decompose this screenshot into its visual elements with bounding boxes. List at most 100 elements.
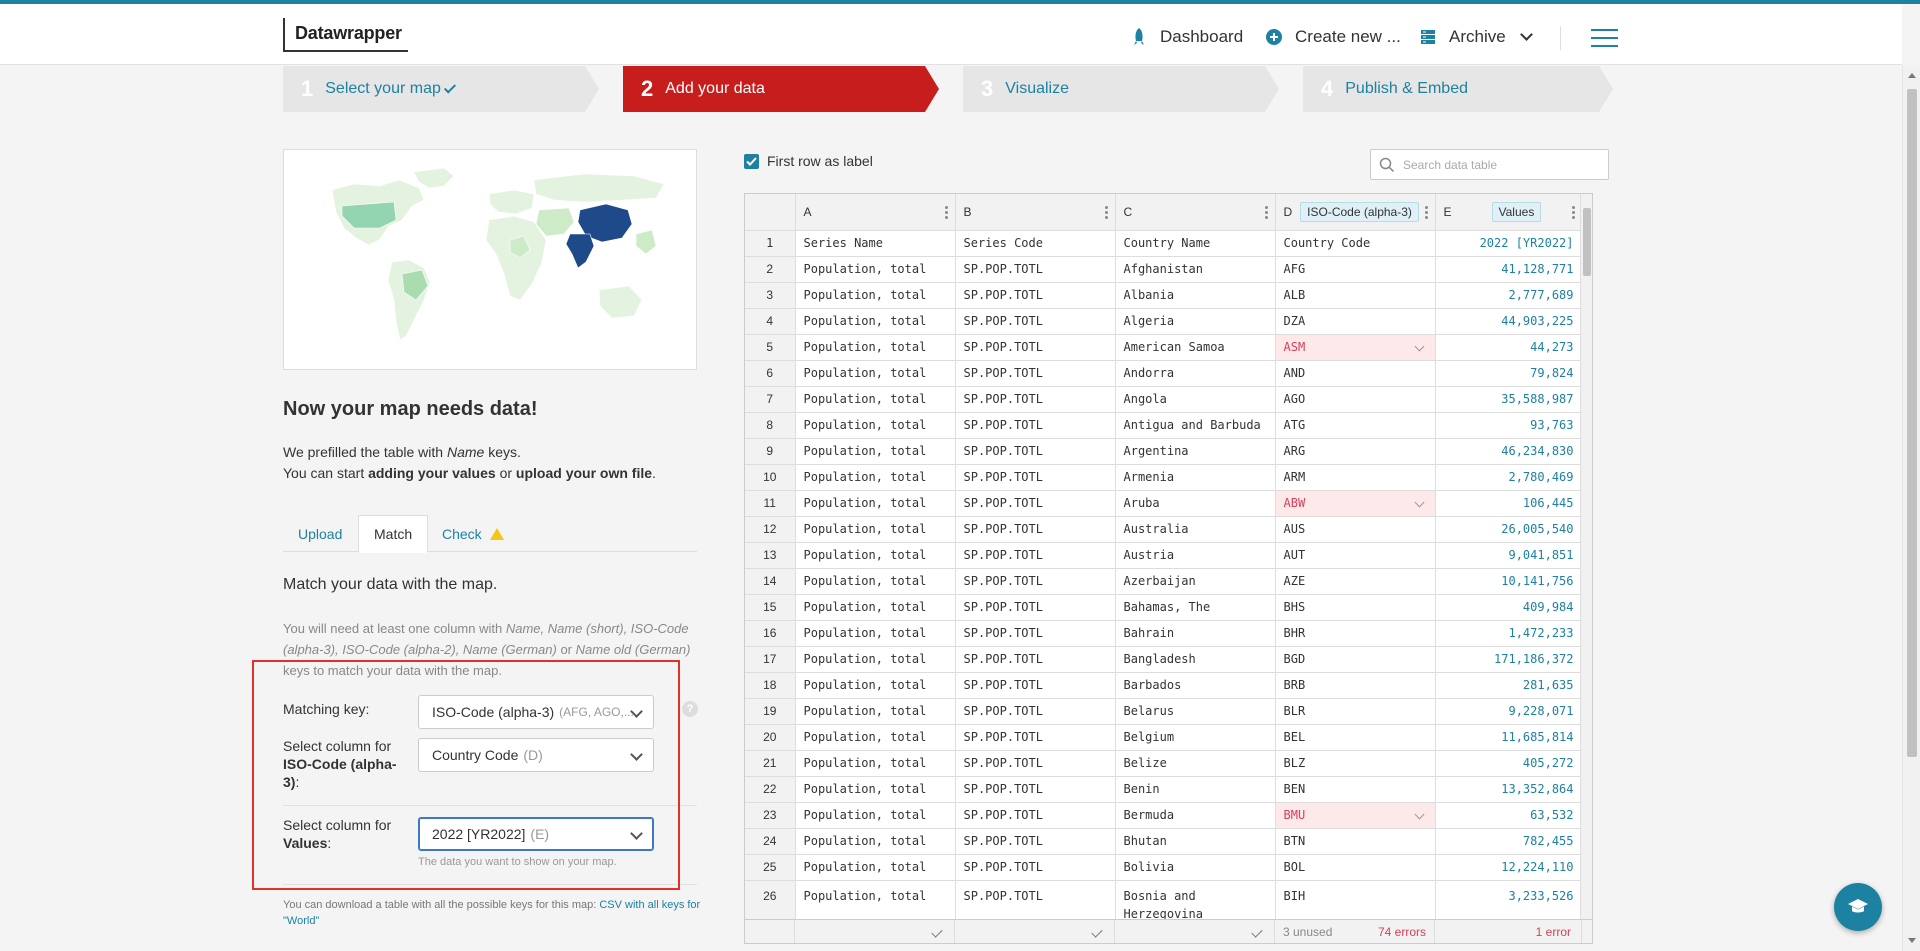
table-cell[interactable]: 2022 [YR2022] bbox=[1435, 230, 1583, 257]
table-cell[interactable]: BGD bbox=[1275, 646, 1436, 673]
hamburger-menu-icon[interactable] bbox=[1591, 29, 1618, 47]
table-cell[interactable]: ARM bbox=[1275, 464, 1436, 491]
table-cell[interactable]: SP.POP.TOTL bbox=[955, 620, 1116, 647]
table-cell[interactable]: ALB bbox=[1275, 282, 1436, 309]
search-data-table[interactable]: Search data table bbox=[1370, 149, 1609, 180]
help-icon[interactable]: ? bbox=[682, 701, 698, 717]
table-cell[interactable]: AUT bbox=[1275, 542, 1436, 569]
table-cell[interactable]: Population, total bbox=[795, 828, 956, 855]
table-cell[interactable]: 281,635 bbox=[1435, 672, 1583, 699]
step-publish-embed[interactable]: 4 Publish & Embed bbox=[1303, 66, 1613, 112]
table-cell[interactable]: BOL bbox=[1275, 854, 1436, 881]
table-cell[interactable]: 10,141,756 bbox=[1435, 568, 1583, 595]
page-scrollbar-thumb[interactable] bbox=[1907, 89, 1917, 757]
table-cell[interactable]: Population, total bbox=[795, 542, 956, 569]
table-cell[interactable]: BLR bbox=[1275, 698, 1436, 725]
checkbox-checked-icon[interactable] bbox=[744, 153, 759, 169]
tab-upload[interactable]: Upload bbox=[283, 515, 357, 552]
column-header-b[interactable]: B bbox=[955, 194, 1116, 231]
table-cell[interactable]: 79,824 bbox=[1435, 360, 1583, 387]
table-cell[interactable]: Austria bbox=[1115, 542, 1276, 569]
table-cell[interactable]: 44,903,225 bbox=[1435, 308, 1583, 335]
table-cell[interactable]: Antigua and Barbuda bbox=[1115, 412, 1276, 439]
table-cell[interactable]: SP.POP.TOTL bbox=[955, 386, 1116, 413]
first-row-label-toggle[interactable]: First row as label bbox=[744, 153, 873, 169]
table-cell[interactable]: SP.POP.TOTL bbox=[955, 282, 1116, 309]
table-cell[interactable]: ARG bbox=[1275, 438, 1436, 465]
table-cell[interactable]: Population, total bbox=[795, 646, 956, 673]
table-cell[interactable]: SP.POP.TOTL bbox=[955, 438, 1116, 465]
table-cell[interactable]: Bolivia bbox=[1115, 854, 1276, 881]
table-cell[interactable]: SP.POP.TOTL bbox=[955, 334, 1116, 361]
table-scrollbar-thumb[interactable] bbox=[1583, 208, 1591, 276]
table-cell[interactable]: SP.POP.TOTL bbox=[955, 490, 1116, 517]
column-menu-icon[interactable] bbox=[1571, 206, 1576, 221]
column-menu-icon[interactable] bbox=[1264, 206, 1269, 221]
datawrapper-logo[interactable]: Datawrapper bbox=[283, 18, 408, 52]
table-cell[interactable]: BEL bbox=[1275, 724, 1436, 751]
table-cell[interactable]: BIH bbox=[1275, 880, 1436, 924]
table-cell[interactable]: Population, total bbox=[795, 464, 956, 491]
table-cell[interactable]: BTN bbox=[1275, 828, 1436, 855]
table-cell[interactable]: Aruba bbox=[1115, 490, 1276, 517]
table-cell[interactable]: American Samoa bbox=[1115, 334, 1276, 361]
nav-create-new[interactable]: Create new ... bbox=[1263, 22, 1401, 52]
table-cell[interactable]: Barbados bbox=[1115, 672, 1276, 699]
table-cell-error[interactable]: ABW bbox=[1275, 490, 1436, 517]
table-cell[interactable]: SP.POP.TOTL bbox=[955, 672, 1116, 699]
nav-archive[interactable]: Archive bbox=[1417, 22, 1533, 52]
table-cell[interactable]: 3,233,526 bbox=[1435, 880, 1583, 924]
table-cell[interactable]: Algeria bbox=[1115, 308, 1276, 335]
table-cell[interactable]: SP.POP.TOTL bbox=[955, 880, 1116, 924]
table-cell[interactable]: 26,005,540 bbox=[1435, 516, 1583, 543]
table-cell[interactable]: 9,228,071 bbox=[1435, 698, 1583, 725]
table-cell[interactable]: SP.POP.TOTL bbox=[955, 828, 1116, 855]
table-cell[interactable]: SP.POP.TOTL bbox=[955, 776, 1116, 803]
table-cell[interactable]: Population, total bbox=[795, 282, 956, 309]
table-cell[interactable]: 93,763 bbox=[1435, 412, 1583, 439]
step-add-data[interactable]: 2 Add your data bbox=[623, 66, 939, 112]
table-cell[interactable]: Population, total bbox=[795, 724, 956, 751]
page-scrollbar[interactable] bbox=[1902, 65, 1920, 951]
table-cell[interactable]: 9,041,851 bbox=[1435, 542, 1583, 569]
table-cell[interactable]: AFG bbox=[1275, 256, 1436, 283]
table-cell[interactable]: Population, total bbox=[795, 360, 956, 387]
table-cell[interactable]: Series Code bbox=[955, 230, 1116, 257]
table-cell[interactable]: Australia bbox=[1115, 516, 1276, 543]
table-cell[interactable]: Population, total bbox=[795, 698, 956, 725]
table-cell[interactable]: Andorra bbox=[1115, 360, 1276, 387]
search-input[interactable]: Search data table bbox=[1403, 158, 1497, 172]
table-cell[interactable]: Population, total bbox=[795, 412, 956, 439]
table-cell[interactable]: Population, total bbox=[795, 672, 956, 699]
table-cell[interactable]: 409,984 bbox=[1435, 594, 1583, 621]
table-cell[interactable]: SP.POP.TOTL bbox=[955, 750, 1116, 777]
table-cell[interactable]: 41,128,771 bbox=[1435, 256, 1583, 283]
table-cell[interactable]: Azerbaijan bbox=[1115, 568, 1276, 595]
chevron-down-icon[interactable] bbox=[1414, 497, 1424, 507]
column-header-a[interactable]: A bbox=[795, 194, 956, 231]
table-cell[interactable]: Population, total bbox=[795, 776, 956, 803]
table-cell[interactable]: BHR bbox=[1275, 620, 1436, 647]
table-cell[interactable]: Bermuda bbox=[1115, 802, 1276, 829]
table-cell[interactable]: 405,272 bbox=[1435, 750, 1583, 777]
table-cell[interactable]: AGO bbox=[1275, 386, 1436, 413]
table-cell[interactable]: DZA bbox=[1275, 308, 1436, 335]
table-cell[interactable]: Country Name bbox=[1115, 230, 1276, 257]
table-cell[interactable]: SP.POP.TOTL bbox=[955, 256, 1116, 283]
table-cell[interactable]: Population, total bbox=[795, 620, 956, 647]
table-cell[interactable]: BRB bbox=[1275, 672, 1436, 699]
table-cell[interactable]: SP.POP.TOTL bbox=[955, 568, 1116, 595]
table-cell[interactable]: 46,234,830 bbox=[1435, 438, 1583, 465]
column-header-e[interactable]: E Values bbox=[1435, 194, 1583, 231]
table-cell[interactable]: Bahamas, The bbox=[1115, 594, 1276, 621]
table-cell[interactable]: Belgium bbox=[1115, 724, 1276, 751]
table-cell[interactable]: 782,455 bbox=[1435, 828, 1583, 855]
error-count[interactable]: 74 errors bbox=[1378, 925, 1426, 939]
table-cell[interactable]: Population, total bbox=[795, 750, 956, 777]
table-cell[interactable]: SP.POP.TOTL bbox=[955, 802, 1116, 829]
table-cell[interactable]: SP.POP.TOTL bbox=[955, 646, 1116, 673]
academy-help-button[interactable] bbox=[1834, 883, 1882, 931]
table-cell[interactable]: Population, total bbox=[795, 880, 956, 924]
table-cell[interactable]: SP.POP.TOTL bbox=[955, 594, 1116, 621]
step-select-map[interactable]: 1 Select your map bbox=[283, 66, 599, 112]
